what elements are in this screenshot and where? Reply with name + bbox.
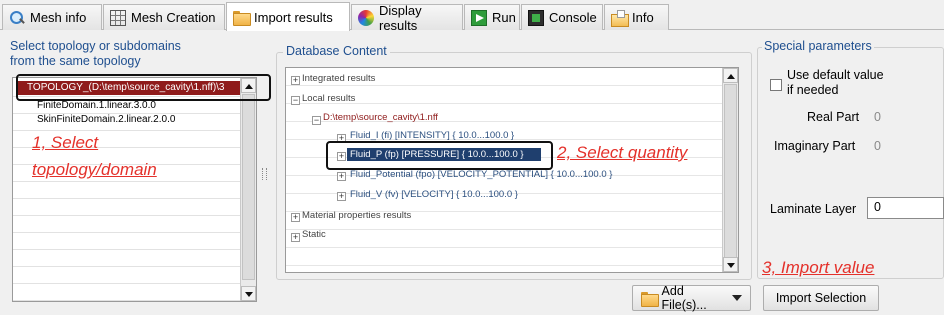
scroll-thumb[interactable] [242,94,255,280]
tree-item-static[interactable]: Static [302,229,326,240]
list-row [13,267,256,284]
scroll-thumb[interactable] [724,84,737,258]
tree-item-local[interactable]: Local results [302,93,355,104]
list-row [13,233,256,250]
add-files-button[interactable]: Add File(s)... [632,284,751,312]
tree-scrollbar[interactable] [722,68,738,272]
real-part-label: Real Part [807,110,860,124]
tree-item-fluid-potential[interactable]: Fluid_Potential (fpo) [VELOCITY_POTENTIA… [350,169,612,180]
tab-mesh-creation[interactable]: Mesh Creation [103,4,225,30]
label-line: if needed [787,83,839,97]
import-selection-label: Import Selection [775,291,867,305]
expand-icon[interactable]: + [291,233,300,242]
tab-label: Display results [379,2,422,33]
tab-import-results[interactable]: Import results [226,2,350,31]
tree-item-file[interactable]: D:\temp\source_cavity\1.nff [323,112,438,123]
use-default-label: Use default value if needed [787,68,884,98]
collapse-icon[interactable]: − [312,116,321,125]
annotation-step2: 2, Select quantity [557,143,688,162]
topology-panel-title: Select topology or subdomains from the s… [10,39,181,69]
laminate-layer-input[interactable]: 0 [867,197,944,219]
database-content-title: Database Content [283,44,390,58]
mesh-grid-icon [110,9,126,26]
topology-scrollbar[interactable] [240,78,256,301]
list-row [13,284,256,301]
tab-bar: Mesh info Mesh Creation Import results D… [0,0,944,33]
tree-row [286,248,738,266]
domain-item-finite[interactable]: FiniteDomain.1.linear.3.0.0 [37,100,156,111]
use-default-checkbox[interactable] [770,79,782,91]
tab-mesh-info[interactable]: Mesh info [2,4,102,30]
list-row [13,199,256,216]
highlight-box-quantity [326,141,553,170]
tab-label: Console [549,10,597,25]
title-line: Select topology or subdomains [10,39,181,53]
laminate-layer-label: Laminate Layer [770,202,857,216]
folder-icon [641,290,659,307]
annotation-step1-line2: topology/domain [32,160,157,179]
folder-icon [233,9,251,26]
tab-info[interactable]: Info [604,4,669,30]
scroll-down-arrow-icon[interactable] [241,286,256,301]
title-line: from the same topology [10,54,141,68]
tree-item-material[interactable]: Material properties results [302,210,411,221]
imaginary-part-label: Imaginary Part [774,139,856,153]
color-wheel-icon [358,9,374,26]
search-icon [9,10,25,26]
tab-run[interactable]: Run [464,4,520,30]
import-selection-button[interactable]: Import Selection [763,285,879,311]
list-row [13,182,256,199]
topology-list[interactable]: TOPOLOGY_(D:\temp\source_cavity\1.nff)\3… [12,77,257,302]
expand-icon[interactable]: + [337,192,346,201]
tab-display-results[interactable]: Display results [351,2,463,33]
console-icon [528,9,544,26]
tab-console[interactable]: Console [521,4,603,30]
tab-label: Run [492,10,516,25]
expand-icon[interactable]: + [291,213,300,222]
scroll-down-arrow-icon[interactable] [723,257,738,272]
tab-label: Mesh Creation [131,10,216,25]
label-line: Use default value [787,68,884,82]
tree-row [286,230,738,248]
tree-item-fluid-v[interactable]: Fluid_V (fv) [VELOCITY] { 10.0...100.0 } [350,189,518,200]
tree-item-integrated[interactable]: Integrated results [302,73,375,84]
annotation-step3: 3, Import value [762,258,875,277]
domain-item-skin[interactable]: SkinFiniteDomain.2.linear.2.0.0 [37,114,175,125]
real-part-value: 0 [874,110,881,124]
expand-icon[interactable]: + [291,76,300,85]
highlight-box-topology [16,74,271,101]
list-row [13,250,256,267]
tab-label: Import results [254,9,333,25]
add-files-label: Add File(s)... [661,284,707,312]
imaginary-part-value: 0 [874,139,881,153]
tree-item-fluid-i[interactable]: Fluid_I (fi) [INTENSITY] { 10.0...100.0 … [350,130,514,141]
scroll-up-arrow-icon[interactable] [723,68,738,83]
expand-icon[interactable]: + [337,172,346,181]
tab-label: Mesh info [30,10,87,25]
tab-label: Info [632,10,654,25]
list-row [13,216,256,233]
run-icon [471,9,487,26]
chevron-down-icon [732,295,742,301]
collapse-icon[interactable]: − [291,96,300,105]
annotation-step1-line1: 1, Select [32,133,99,152]
special-parameters-title: Special parameters [762,39,874,53]
info-folder-icon [611,9,629,27]
